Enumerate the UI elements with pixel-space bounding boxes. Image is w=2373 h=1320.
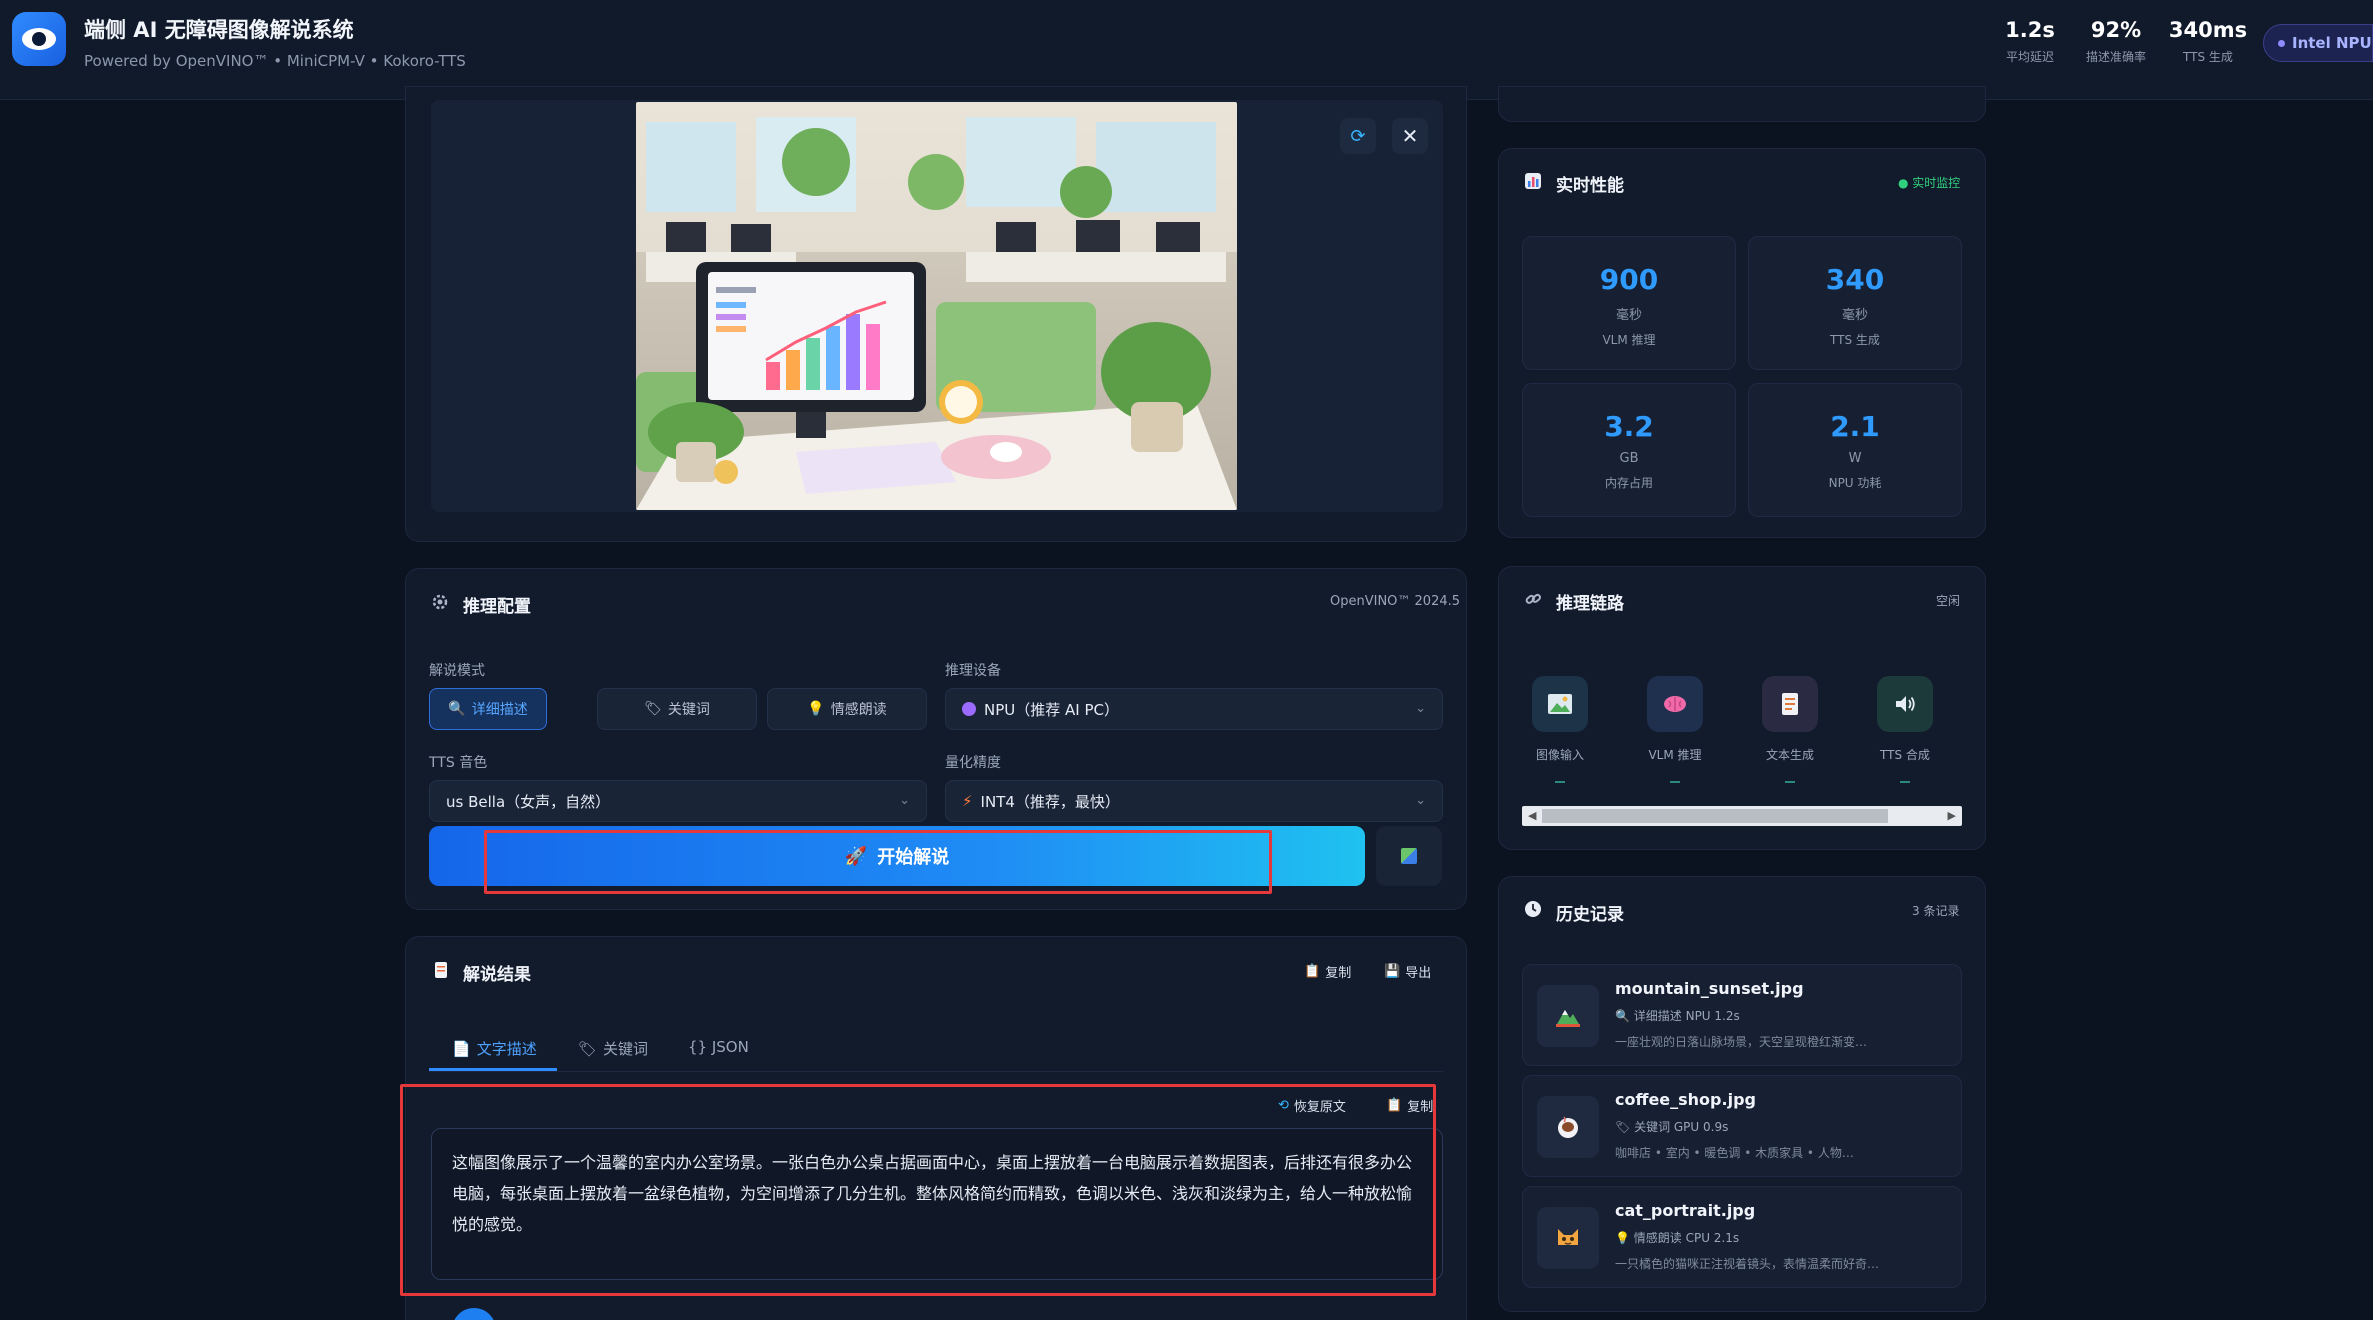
stat-accuracy: 92% 描述准确率 — [2085, 18, 2146, 64]
tts-voice-select[interactable]: us Bella（女声，自然） ⌄ — [429, 780, 927, 822]
clock-icon — [1525, 901, 1541, 917]
brain-icon — [1647, 676, 1703, 732]
lightbulb-icon: 💡 — [1615, 1231, 1630, 1245]
close-icon: ✕ — [1401, 124, 1419, 148]
tag-icon: 🏷 — [1615, 1120, 1631, 1134]
pipeline-step-tts: TTS 合成 — [1875, 676, 1935, 783]
scroll-left-icon[interactable]: ◀ — [1528, 809, 1536, 822]
live-monitor-badge: ● 实时监控 — [1898, 176, 1961, 190]
copy-result-button[interactable]: 📋 复制 — [1304, 962, 1351, 981]
close-image-button[interactable]: ✕ — [1392, 118, 1428, 154]
document-icon — [1762, 676, 1818, 732]
search-icon: 🔍 — [448, 701, 466, 717]
mode-keywords-button[interactable]: 🏷 关键词 — [597, 688, 757, 730]
stat-tts: 340ms TTS 生成 — [2168, 18, 2248, 64]
result-title: 解说结果 — [463, 965, 531, 985]
scroll-right-icon[interactable]: ▶ — [1948, 809, 1956, 822]
device-label: 推理设备 — [945, 663, 1001, 679]
gear-icon — [432, 594, 448, 610]
app-subtitle: Powered by OpenVINO™ • MiniCPM-V • Kokor… — [84, 52, 466, 70]
tab-json[interactable]: {} JSON — [688, 1038, 749, 1056]
mode-detailed-button[interactable]: 🔍 详细描述 — [429, 688, 547, 730]
clipboard-icon: 📋 — [1304, 964, 1321, 979]
chevron-down-icon: ⌄ — [1415, 701, 1426, 716]
history-item[interactable]: mountain_sunset.jpg 🔍 详细描述 NPU 1.2s 一座壮观… — [1522, 964, 1962, 1066]
tts-label: TTS 音色 — [429, 755, 488, 771]
config-title: 推理配置 — [463, 597, 531, 617]
tab-text-description[interactable]: 📄 文字描述 — [452, 1038, 537, 1059]
document-icon — [435, 962, 447, 978]
openvino-version: OpenVINO™ 2024.5 — [1330, 594, 1461, 609]
history-count: 3 条记录 — [1912, 904, 1960, 918]
metric-vlm-inference: 900 毫秒 VLM 推理 — [1522, 236, 1736, 370]
metric-memory: 3.2 GB 内存占用 — [1522, 383, 1736, 517]
bar-chart-icon — [1525, 173, 1541, 189]
pipeline-step-text: 文本生成 — [1760, 676, 1820, 783]
search-icon: 🔍 — [1615, 1009, 1630, 1023]
tab-divider — [429, 1071, 1444, 1072]
document-icon: 📄 — [452, 1039, 471, 1058]
lightning-icon: ⚡ — [962, 792, 973, 810]
status-dot-icon — [2278, 39, 2285, 47]
image-gallery-button[interactable] — [1376, 826, 1442, 886]
uploaded-image — [636, 102, 1237, 510]
cat-icon — [1537, 1207, 1599, 1269]
top-bar: 端侧 AI 无障碍图像解说系统 Powered by OpenVINO™ • M… — [0, 0, 2373, 100]
metric-tts-generation: 340 毫秒 TTS 生成 — [1748, 236, 1962, 370]
mode-emotion-button[interactable]: 💡 情感朗读 — [767, 688, 927, 730]
pipeline-scrollbar[interactable]: ◀ ▶ — [1522, 806, 1962, 826]
refresh-image-button[interactable]: ⟳ — [1340, 118, 1376, 154]
history-item[interactable]: coffee_shop.jpg 🏷 关键词 GPU 0.9s 咖啡店 • 室内 … — [1522, 1075, 1962, 1177]
npu-dot-icon — [962, 702, 976, 716]
link-icon — [1525, 593, 1541, 604]
pipeline-step-vlm: VLM 推理 — [1645, 676, 1705, 783]
device-badge: Intel NPU — [2263, 24, 2373, 62]
save-icon: 💾 — [1384, 964, 1401, 979]
upload-panel-stub — [1498, 86, 1986, 122]
precision-label: 量化精度 — [945, 755, 1001, 771]
pipeline-step-image-input: 图像输入 — [1530, 676, 1590, 783]
performance-title: 实时性能 — [1556, 176, 1624, 196]
mountain-icon — [1537, 985, 1599, 1047]
lightbulb-icon: 💡 — [807, 701, 825, 717]
chevron-down-icon: ⌄ — [899, 793, 910, 808]
stat-latency: 1.2s 平均延迟 — [2005, 18, 2055, 64]
speaker-icon — [1877, 676, 1933, 732]
pipeline-status: 空闲 — [1936, 594, 1961, 608]
refresh-icon: ⟳ — [1350, 125, 1366, 147]
highlight-box-start — [484, 830, 1272, 894]
device-select[interactable]: NPU（推荐 AI PC） ⌄ — [945, 688, 1443, 730]
tag-icon: 🏷 — [644, 701, 662, 717]
coffee-icon — [1537, 1096, 1599, 1158]
pipeline-title: 推理链路 — [1556, 594, 1624, 614]
mode-label: 解说模式 — [429, 663, 485, 679]
precision-select[interactable]: ⚡ INT4（推荐，最快） ⌄ — [945, 780, 1443, 822]
chevron-down-icon: ⌄ — [1415, 793, 1426, 808]
app-title: 端侧 AI 无障碍图像解说系统 — [84, 18, 354, 42]
metric-npu-power: 2.1 W NPU 功耗 — [1748, 383, 1962, 517]
scrollbar-thumb[interactable] — [1542, 809, 1888, 823]
highlight-box-result — [400, 1084, 1436, 1296]
image-icon — [1532, 676, 1588, 732]
gallery-icon — [1401, 848, 1417, 864]
tag-icon: 🏷 — [578, 1039, 598, 1058]
history-item[interactable]: cat_portrait.jpg 💡 情感朗读 CPU 2.1s 一只橘色的猫咪… — [1522, 1186, 1962, 1288]
eye-logo-icon — [12, 12, 66, 66]
export-result-button[interactable]: 💾 导出 — [1384, 962, 1431, 981]
active-tab-indicator — [429, 1068, 557, 1071]
tab-keywords[interactable]: 🏷 关键词 — [578, 1038, 648, 1059]
history-title: 历史记录 — [1556, 905, 1624, 925]
